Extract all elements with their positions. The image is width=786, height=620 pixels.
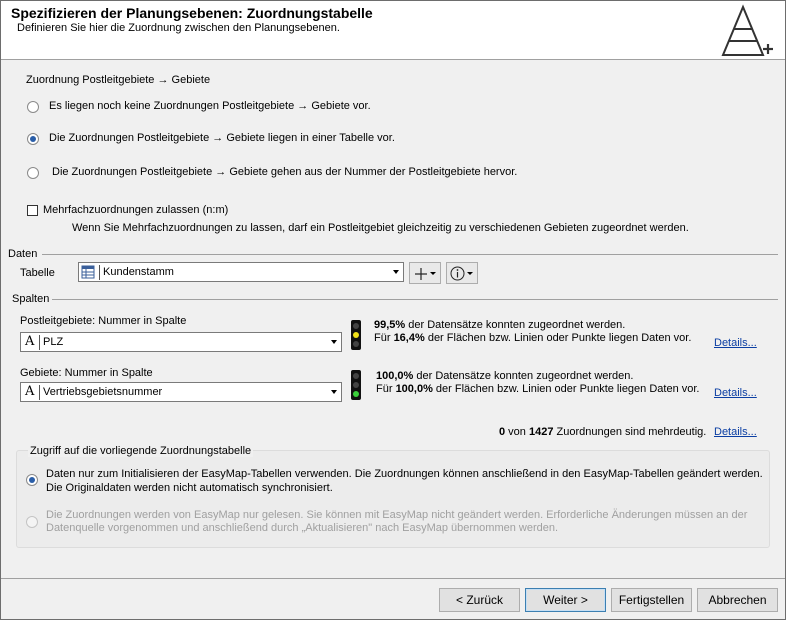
radio-init-only-line1[interactable]: Daten nur zum Initialisieren der EasyMap…: [46, 468, 763, 480]
chevron-down-icon: [467, 272, 473, 275]
chevron-down-icon: [331, 390, 337, 394]
back-button[interactable]: < Zurück: [439, 588, 520, 612]
gebiete-column-label: Gebiete: Nummer in Spalte: [20, 367, 153, 379]
plz-column-label: Postleitgebiete: Nummer in Spalte: [20, 315, 187, 327]
ambiguous-details-link[interactable]: Details...: [714, 426, 757, 438]
table-label: Tabelle: [20, 267, 55, 279]
cancel-button[interactable]: Abbrechen: [697, 588, 778, 612]
radio-table-assignments-label[interactable]: Die Zuordnungen Postleitgebiete → Gebiet…: [49, 132, 395, 144]
spalten-divider: [52, 299, 778, 300]
radio-no-assignments-label[interactable]: Es liegen noch keine Zuordnungen Postlei…: [49, 100, 371, 112]
radio-number-assignments-label[interactable]: Die Zuordnungen Postleitgebiete → Gebiet…: [52, 166, 517, 178]
next-button[interactable]: Weiter >: [525, 588, 606, 612]
page-subtitle: Definieren Sie hier die Zuordnung zwisch…: [17, 22, 340, 34]
radio-read-only-line2[interactable]: Datenquelle vorgenommen und anschließend…: [46, 522, 558, 534]
table-select[interactable]: Kundenstamm: [78, 262, 404, 282]
gebiete-column-select[interactable]: A Vertriebsgebietsnummer: [20, 382, 342, 402]
traffic-light-icon: [351, 320, 361, 350]
finish-button[interactable]: Fertigstellen: [611, 588, 692, 612]
radio-init-only-line2[interactable]: Die Originaldaten werden nicht automatis…: [46, 482, 333, 494]
page-title: Spezifizieren der Planungsebenen: Zuordn…: [11, 5, 373, 21]
ambiguous-summary: 0 von 1427 Zuordnungen sind mehrdeutig.: [499, 426, 707, 438]
spalten-section-label: Spalten: [12, 293, 50, 305]
text-field-icon: A: [25, 334, 35, 349]
traffic-light-icon: [351, 370, 361, 400]
text-field-icon: A: [25, 384, 35, 399]
chevron-down-icon: [393, 270, 399, 274]
assignment-heading: Zuordnung Postleitgebiete → Gebiete: [26, 74, 211, 86]
combo-separator: [39, 385, 40, 400]
gebiete-details-link[interactable]: Details...: [714, 387, 757, 399]
daten-divider: [42, 254, 778, 255]
plz-column-value: PLZ: [43, 336, 64, 348]
plz-column-select[interactable]: A PLZ: [20, 332, 342, 352]
access-group-label: Zugriff auf die vorliegende Zuordnungsta…: [28, 445, 254, 457]
plz-status-line1: 99,5% der Datensätze konnten zugeordnet …: [374, 319, 626, 331]
daten-section-label: Daten: [8, 248, 38, 260]
footer-divider: [1, 578, 785, 579]
gebiete-status-line2: Für 100,0% der Flächen bzw. Linien oder …: [376, 383, 700, 395]
plz-status-line2: Für 16,4% der Flächen bzw. Linien oder P…: [374, 332, 692, 344]
gebiete-status-line1: 100,0% der Datensätze konnten zugeordnet…: [376, 370, 634, 382]
info-button[interactable]: [446, 262, 478, 284]
radio-table-assignments[interactable]: [27, 133, 39, 145]
radio-read-only[interactable]: [26, 516, 38, 528]
multi-assignment-checkbox[interactable]: [27, 205, 38, 216]
multi-assignment-label[interactable]: Mehrfachzuordnungen zulassen (n:m): [43, 204, 228, 216]
combo-separator: [99, 265, 100, 280]
table-value: Kundenstamm: [103, 266, 174, 278]
add-table-button[interactable]: [409, 262, 441, 284]
combo-separator: [39, 335, 40, 350]
radio-read-only-line1[interactable]: Die Zuordnungen werden von EasyMap nur g…: [46, 509, 747, 521]
table-icon: [81, 265, 95, 279]
chevron-down-icon: [331, 340, 337, 344]
radio-number-assignments[interactable]: [27, 167, 39, 179]
info-icon: [450, 266, 465, 281]
chevron-down-icon: [430, 272, 436, 275]
multi-assignment-hint: Wenn Sie Mehrfachzuordnungen zu lassen, …: [72, 222, 689, 234]
plus-icon: [415, 268, 427, 280]
radio-no-assignments[interactable]: [27, 101, 39, 113]
gebiete-column-value: Vertriebsgebietsnummer: [43, 386, 163, 398]
wizard-header: Spezifizieren der Planungsebenen: Zuordn…: [1, 1, 785, 60]
pyramid-plus-icon: [721, 4, 773, 56]
radio-init-only[interactable]: [26, 474, 38, 486]
plz-details-link[interactable]: Details...: [714, 337, 757, 349]
